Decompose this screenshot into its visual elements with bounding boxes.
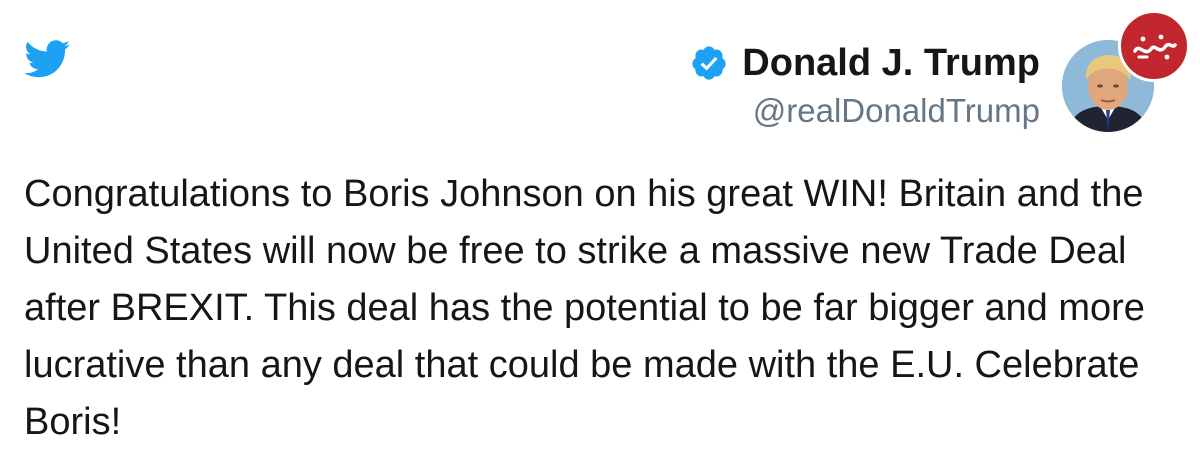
author-display-name[interactable]: Donald J. Trump <box>742 42 1040 85</box>
verified-badge-icon <box>692 46 726 80</box>
twitter-bird-icon[interactable] <box>24 40 70 78</box>
tweet-text: Congratulations to Boris Johnson on his … <box>24 173 1145 443</box>
site-watermark-logo <box>1118 10 1190 82</box>
tweet-header: Donald J. Trump @realDonaldTrump <box>690 38 1040 130</box>
author-handle[interactable]: @realDonaldTrump <box>690 92 1040 130</box>
author-name-row: Donald J. Trump <box>690 38 1040 88</box>
tweet-card: Donald J. Trump @realDonaldTrump Congrat… <box>0 0 1200 454</box>
